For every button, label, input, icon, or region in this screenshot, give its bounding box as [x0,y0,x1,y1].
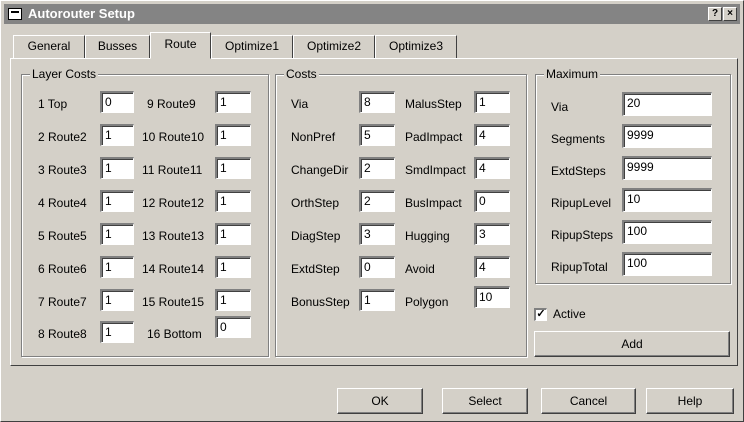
layer-label: 5 Route5 [38,229,87,243]
cost-field[interactable]: 1 [359,289,395,311]
layer-label: 13 Route13 [142,229,205,243]
active-label: Active [553,307,586,321]
max-field[interactable]: 100 [622,252,712,276]
max-field[interactable]: 9999 [622,156,712,180]
tab-route[interactable]: Route [150,32,211,59]
layer-label: 9 Route9 [147,97,196,111]
max-label: RipupLevel [551,196,612,210]
cost-field[interactable]: 5 [359,124,395,146]
cost-label: DiagStep [291,229,341,243]
max-field[interactable]: 100 [622,220,712,244]
max-label: RipupSteps [551,228,614,242]
add-button[interactable]: Add [534,331,730,357]
layer-label: 10 Route10 [142,130,205,144]
layer-cost-field[interactable]: 1 [100,190,134,212]
costs-label: Costs [284,67,319,81]
layer-label: 6 Route6 [38,262,87,276]
layer-label: 12 Route12 [142,196,205,210]
layer-label: 2 Route2 [38,130,87,144]
cost-field[interactable]: 1 [474,91,510,113]
layer-cost-field[interactable]: 1 [215,289,251,311]
autorouter-setup-dialog: Autorouter Setup ? × General Busses Rout… [0,0,744,422]
max-field[interactable]: 10 [622,188,712,212]
cost-label: Hugging [405,229,450,243]
cost-field[interactable]: 4 [474,256,510,278]
layer-cost-field[interactable]: 1 [100,321,134,343]
cost-label: ExtdStep [291,262,340,276]
layer-costs-label: Layer Costs [30,67,99,81]
layer-label: 7 Route7 [38,295,87,309]
tab-optimize1[interactable]: Optimize1 [211,35,293,58]
cost-field[interactable]: 10 [474,286,510,308]
cost-label: BusImpact [405,196,462,210]
max-label: Via [551,100,569,114]
layer-cost-field[interactable]: 0 [215,316,251,338]
tab-optimize2[interactable]: Optimize2 [293,35,375,58]
layer-cost-field[interactable]: 1 [215,91,251,113]
window-menu-icon[interactable] [8,8,22,20]
cost-label: OrthStep [291,196,340,210]
title-bar: Autorouter Setup ? × [4,4,740,24]
layer-label: 15 Route15 [142,295,205,309]
layer-cost-field[interactable]: 1 [215,256,251,278]
layer-label: 8 Route8 [38,327,87,341]
cost-field[interactable]: 4 [474,157,510,179]
layer-cost-field[interactable]: 1 [215,124,251,146]
layer-cost-field[interactable]: 1 [215,157,251,179]
cost-label: MalusStep [405,97,462,111]
layer-cost-field[interactable]: 1 [100,289,134,311]
help-title-button[interactable]: ? [708,7,722,21]
cost-field[interactable]: 2 [359,157,395,179]
select-button[interactable]: Select [442,388,528,414]
costs-group: Costs [275,67,527,357]
cost-field[interactable]: 0 [474,190,510,212]
max-label: RipupTotal [551,260,608,274]
max-label: ExtdSteps [551,164,606,178]
layer-cost-field[interactable]: 0 [100,91,134,113]
max-label: Segments [551,132,606,146]
layer-cost-field[interactable]: 1 [100,256,134,278]
cost-field[interactable]: 3 [474,223,510,245]
cost-label: Via [291,97,309,111]
ok-button[interactable]: OK [337,388,423,414]
layer-label: 14 Route14 [142,262,205,276]
cost-field[interactable]: 4 [474,124,510,146]
layer-cost-field[interactable]: 1 [100,223,134,245]
layer-cost-field[interactable]: 1 [215,190,251,212]
cost-label: Polygon [405,295,449,309]
close-button[interactable]: × [723,7,737,21]
max-field[interactable]: 9999 [622,124,712,148]
tab-optimize3[interactable]: Optimize3 [375,35,457,58]
cost-label: PadImpact [405,130,463,144]
layer-label: 11 Route11 [142,163,203,177]
cost-label: SmdImpact [405,163,466,177]
layer-label: 4 Route4 [38,196,87,210]
cost-label: ChangeDir [291,163,349,177]
cost-label: BonusStep [291,295,350,309]
cost-field[interactable]: 0 [359,256,395,278]
cost-field[interactable]: 3 [359,223,395,245]
maximum-label: Maximum [544,67,601,81]
layer-label: 16 Bottom [147,327,202,341]
max-field[interactable]: 20 [622,92,712,116]
tab-general[interactable]: General [13,35,85,58]
active-checkbox[interactable]: ✓ [534,308,547,321]
window-title: Autorouter Setup [28,6,135,21]
help-button[interactable]: Help [646,388,734,414]
layer-label: 1 Top [38,97,68,111]
cost-label: Avoid [405,262,435,276]
layer-label: 3 Route3 [38,163,87,177]
cancel-button[interactable]: Cancel [541,388,636,414]
cost-label: NonPref [291,130,336,144]
cost-field[interactable]: 2 [359,190,395,212]
layer-cost-field[interactable]: 1 [100,157,134,179]
tab-busses[interactable]: Busses [85,35,150,58]
layer-cost-field[interactable]: 1 [100,124,134,146]
layer-costs-group: Layer Costs [21,67,269,357]
cost-field[interactable]: 8 [359,91,395,113]
layer-cost-field[interactable]: 1 [215,223,251,245]
